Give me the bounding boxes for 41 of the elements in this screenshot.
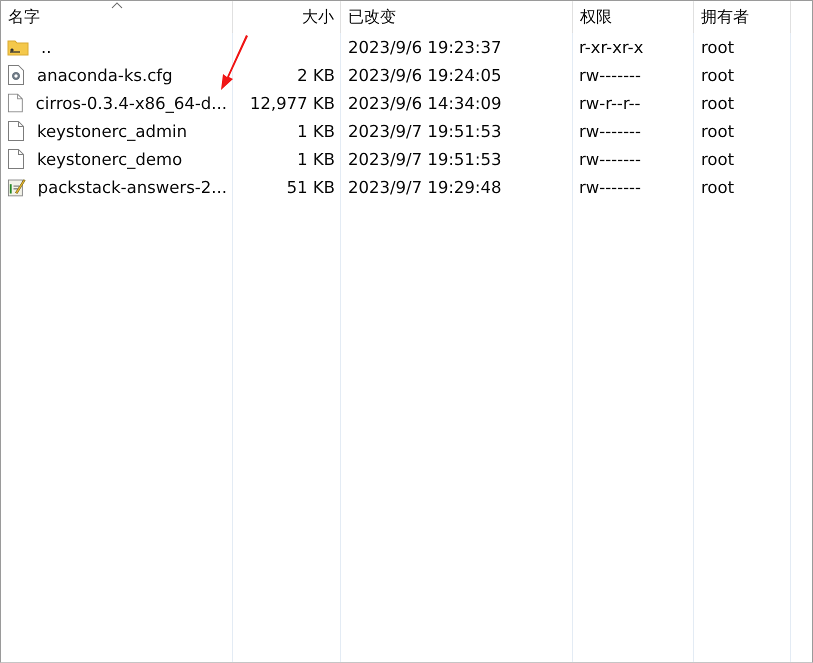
modified-date: 2023/9/6 19:24:05 [347,66,502,84]
file-name[interactable]: .. [34,38,58,56]
parent-folder-icon [7,38,29,56]
sort-caret-icon [110,2,122,9]
column-header[interactable]: 拥有者 [694,1,791,33]
file-name[interactable]: packstack-answers-2... [30,178,233,196]
permissions: rw------- [578,150,642,168]
column-header[interactable]: 大小 [233,1,341,33]
file-size: 1 KB [296,150,336,168]
column-header[interactable]: 权限 [573,1,694,33]
permissions: rw------- [578,66,642,84]
file-icon [7,92,24,114]
permissions: rw------- [578,122,642,140]
modified-date: 2023/9/6 19:23:37 [347,38,502,56]
column-header[interactable]: 已改变 [341,1,573,33]
permissions: rw------- [578,178,642,196]
file-size: 51 KB [286,178,336,196]
file-size: 12,977 KB [248,94,336,112]
owner: root [700,38,736,56]
owner: root [700,94,736,112]
owner: root [700,150,736,168]
modified-date: 2023/9/7 19:29:48 [347,178,502,196]
column-header[interactable]: 名字 [1,1,233,33]
modified-date: 2023/9/7 19:51:53 [347,122,502,140]
file-icon [7,148,25,170]
file-name[interactable]: anaconda-ks.cfg [30,66,179,84]
file-name[interactable]: keystonerc_admin [30,122,194,140]
file-name[interactable]: keystonerc_demo [30,150,188,168]
permissions: r-xr-xr-x [578,38,644,56]
owner: root [700,178,736,196]
owner: root [700,122,736,140]
modified-date: 2023/9/6 14:34:09 [347,94,502,112]
file-size: 2 KB [296,66,336,84]
permissions: rw-r--r-- [578,94,642,112]
owner: root [700,66,736,84]
file-icon [7,120,25,142]
modified-date: 2023/9/7 19:51:53 [347,150,502,168]
file-name[interactable]: cirros-0.3.4-x86_64-d... [28,94,233,112]
file-size: 1 KB [296,122,336,140]
text-edit-file-icon [7,176,26,198]
settings-file-icon [7,64,25,86]
